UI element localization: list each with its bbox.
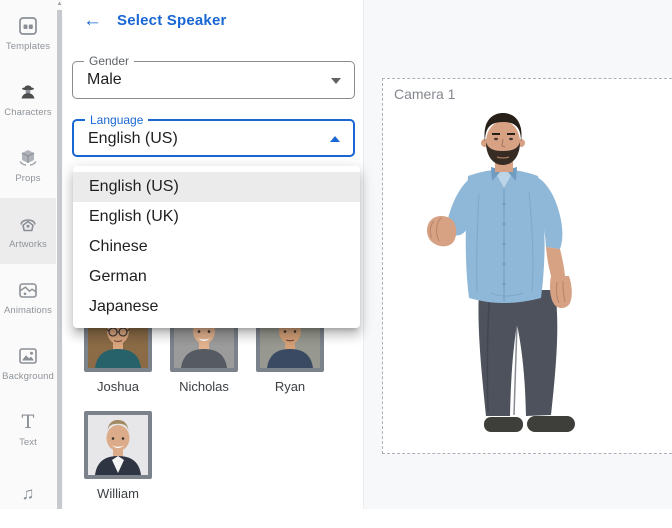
animations-icon [19,283,37,298]
camera-label: Camera 1 [394,86,456,102]
sidebar-item-music[interactable]: ♫ [0,462,56,528]
artworks-icon [20,219,36,232]
panel-header: ← Select Speaker [83,11,227,30]
sidebar-item-templates[interactable]: Templates [0,0,56,66]
sidebar-item-background[interactable]: Background [0,330,56,396]
sidebar-item-characters[interactable]: Characters [0,66,56,132]
speaker-name: William [97,486,139,501]
gender-label: Gender [84,54,135,68]
language-label: Language [85,113,149,127]
sidebar-scrollbar[interactable]: ▲ [56,0,63,509]
speaker-name: Nicholas [179,379,229,394]
speaker-name: Ryan [274,379,306,394]
text-icon: T [21,410,35,433]
sidebar-item-label: Text [19,437,37,448]
sidebar-item-label: Templates [5,41,51,52]
language-option-english-us[interactable]: English (US) [73,172,360,202]
scrollbar-thumb[interactable] [57,10,62,509]
gender-select[interactable]: Gender Male [72,54,355,99]
language-option-english-uk[interactable]: English (UK) [73,202,360,232]
speaker-name: Joshua [97,379,139,394]
panel-title: Select Speaker [117,12,227,29]
language-option-chinese[interactable]: Chinese [73,232,360,262]
characters-icon [21,85,35,99]
chevron-up-icon [330,136,340,142]
sidebar-item-label: Artworks [9,239,47,250]
sidebar: Templates Characters Props Artworks Anim… [0,0,56,509]
props-icon [19,150,37,166]
back-button[interactable]: ← [83,11,102,30]
sidebar-item-artworks[interactable]: Artworks [0,198,56,264]
chevron-down-icon [331,78,341,84]
language-select[interactable]: Language English (US) [72,113,355,157]
character-avatar[interactable] [421,112,586,442]
scroll-up-arrow-icon[interactable]: ▲ [56,1,63,7]
speaker-photo [84,411,152,479]
templates-icon [19,17,37,35]
stage-canvas: Camera 1 [364,0,672,509]
camera-frame[interactable]: Camera 1 [382,78,672,454]
background-icon [19,348,37,364]
app: { "sidebar": { "selected_item": "Artwork… [0,0,672,509]
sidebar-item-label: Props [15,173,41,184]
speaker-panel: ← Select Speaker Gender Male Language En… [63,0,364,509]
language-option-german[interactable]: German [73,262,360,292]
sidebar-item-animations[interactable]: Animations [0,264,56,330]
william-portrait-image [88,415,148,475]
language-dropdown-menu: English (US) English (UK) Chinese German… [73,166,360,328]
music-note-icon: ♫ [21,484,35,503]
sidebar-item-label: Animations [4,305,52,316]
sidebar-item-text[interactable]: T Text [0,396,56,462]
speaker-card-william[interactable]: William [84,411,152,501]
sidebar-item-label: Background [2,371,54,382]
sidebar-item-props[interactable]: Props [0,132,56,198]
language-option-japanese[interactable]: Japanese [73,292,360,322]
sidebar-item-label: Characters [4,107,52,118]
